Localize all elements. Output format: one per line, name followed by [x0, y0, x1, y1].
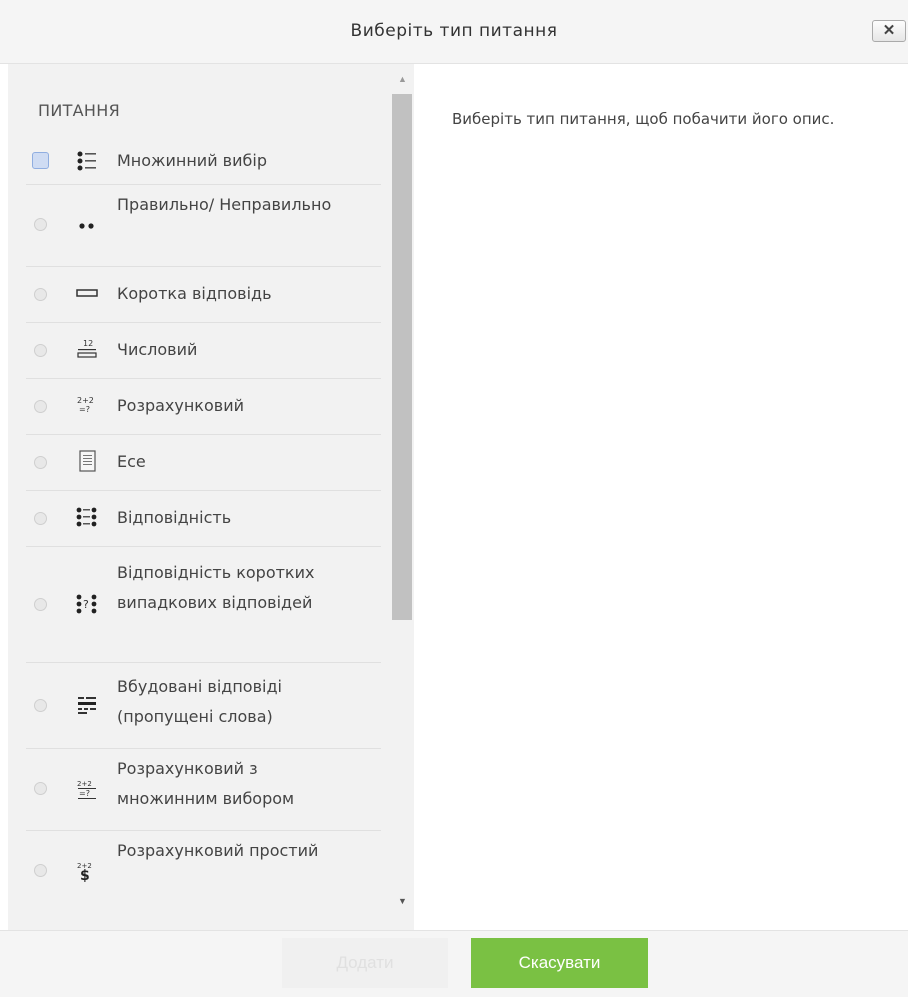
- question-type-option[interactable]: Вбудовані відповіді (пропущені слова): [26, 662, 381, 749]
- radio-unselected[interactable]: [34, 699, 47, 712]
- question-type-label: Розрахунковий простий: [117, 841, 319, 860]
- radio-unselected[interactable]: [34, 598, 47, 611]
- dialog-title: Виберіть тип питання: [350, 21, 558, 41]
- section-label-questions: ПИТАННЯ: [38, 101, 120, 120]
- dialog-footer: [0, 930, 908, 997]
- radio-unselected[interactable]: [34, 288, 47, 301]
- question-type-option[interactable]: Множинний вибір: [26, 138, 381, 185]
- scroll-up-arrow-icon[interactable]: ▲: [391, 74, 414, 88]
- radio-unselected[interactable]: [34, 512, 47, 525]
- question-type-label: Множинний вибір: [117, 151, 267, 170]
- question-type-label: Розрахунковий з множинним вибором: [117, 759, 295, 808]
- essay-icon: [79, 450, 96, 472]
- scroll-down-arrow-icon[interactable]: ▼: [391, 896, 414, 910]
- question-type-option[interactable]: Правильно/ Неправильно: [26, 184, 381, 267]
- question-type-option[interactable]: Відповідність: [26, 490, 381, 547]
- question-type-label: Вбудовані відповіді (пропущені слова): [117, 677, 282, 726]
- scrollbar-thumb[interactable]: [392, 94, 412, 620]
- embedded-answers-icon: [78, 697, 96, 714]
- svg-text:=?: =?: [79, 789, 90, 798]
- multiple-choice-icon: [77, 151, 96, 171]
- question-chooser-dialog: Виберіть тип питання ✕ ПИТАННЯ Множинний…: [0, 0, 908, 997]
- question-type-label: Відповідність коротких випадкових відпов…: [117, 563, 315, 612]
- svg-text:$: $: [80, 868, 90, 882]
- numerical-icon: 12: [77, 339, 97, 358]
- short-answer-icon: [76, 289, 98, 297]
- question-type-label: Правильно/ Неправильно: [117, 195, 332, 214]
- question-type-label: Розрахунковий: [117, 396, 244, 415]
- radio-unselected[interactable]: [34, 782, 47, 795]
- question-type-list: ПИТАННЯ Множинний вибір Правильно/ Непра…: [8, 64, 414, 930]
- close-button[interactable]: ✕: [872, 20, 906, 42]
- svg-text:2+2: 2+2: [77, 780, 92, 788]
- question-type-option[interactable]: Есе: [26, 434, 381, 491]
- radio-unselected[interactable]: [34, 344, 47, 357]
- radio-unselected[interactable]: [34, 456, 47, 469]
- question-type-option[interactable]: 2+2 $ Розрахунковий простий: [26, 830, 381, 930]
- question-type-option[interactable]: 2+2 =? Розрахунковий з множинним вибором: [26, 748, 381, 831]
- radio-selected[interactable]: [32, 152, 49, 169]
- dialog-header: Виберіть тип питання ✕: [0, 0, 908, 64]
- add-button[interactable]: Додати: [282, 938, 448, 988]
- question-type-option[interactable]: 12 Числовий: [26, 322, 381, 379]
- svg-text:?: ?: [83, 598, 89, 611]
- cancel-button[interactable]: Скасувати: [471, 938, 648, 988]
- question-type-label: Числовий: [117, 340, 198, 359]
- question-type-label: Коротка відповідь: [117, 284, 272, 303]
- close-icon: ✕: [882, 22, 896, 39]
- calculated-multichoice-icon: 2+2 =?: [77, 780, 96, 799]
- matching-icon: [76, 507, 97, 527]
- calculated-simple-icon: 2+2 $: [77, 862, 92, 882]
- radio-unselected[interactable]: [34, 864, 47, 877]
- radio-unselected[interactable]: [34, 218, 47, 231]
- radio-unselected[interactable]: [34, 400, 47, 413]
- true-false-icon: [79, 223, 94, 229]
- svg-text:=?: =?: [79, 405, 90, 414]
- question-type-description: Виберіть тип питання, щоб побачити його …: [452, 110, 835, 128]
- question-type-option[interactable]: Коротка відповідь: [26, 266, 381, 323]
- svg-text:12: 12: [83, 339, 93, 348]
- calculated-icon: 2+2 =?: [77, 396, 94, 414]
- svg-text:2+2: 2+2: [77, 396, 94, 405]
- question-type-label: Есе: [117, 452, 146, 471]
- question-type-option[interactable]: 2+2 =? Розрахунковий: [26, 378, 381, 435]
- question-type-option[interactable]: ? Відповідність коротких випадкових відп…: [26, 546, 381, 663]
- random-short-answer-matching-icon: ?: [76, 594, 97, 614]
- question-type-label: Відповідність: [117, 508, 232, 527]
